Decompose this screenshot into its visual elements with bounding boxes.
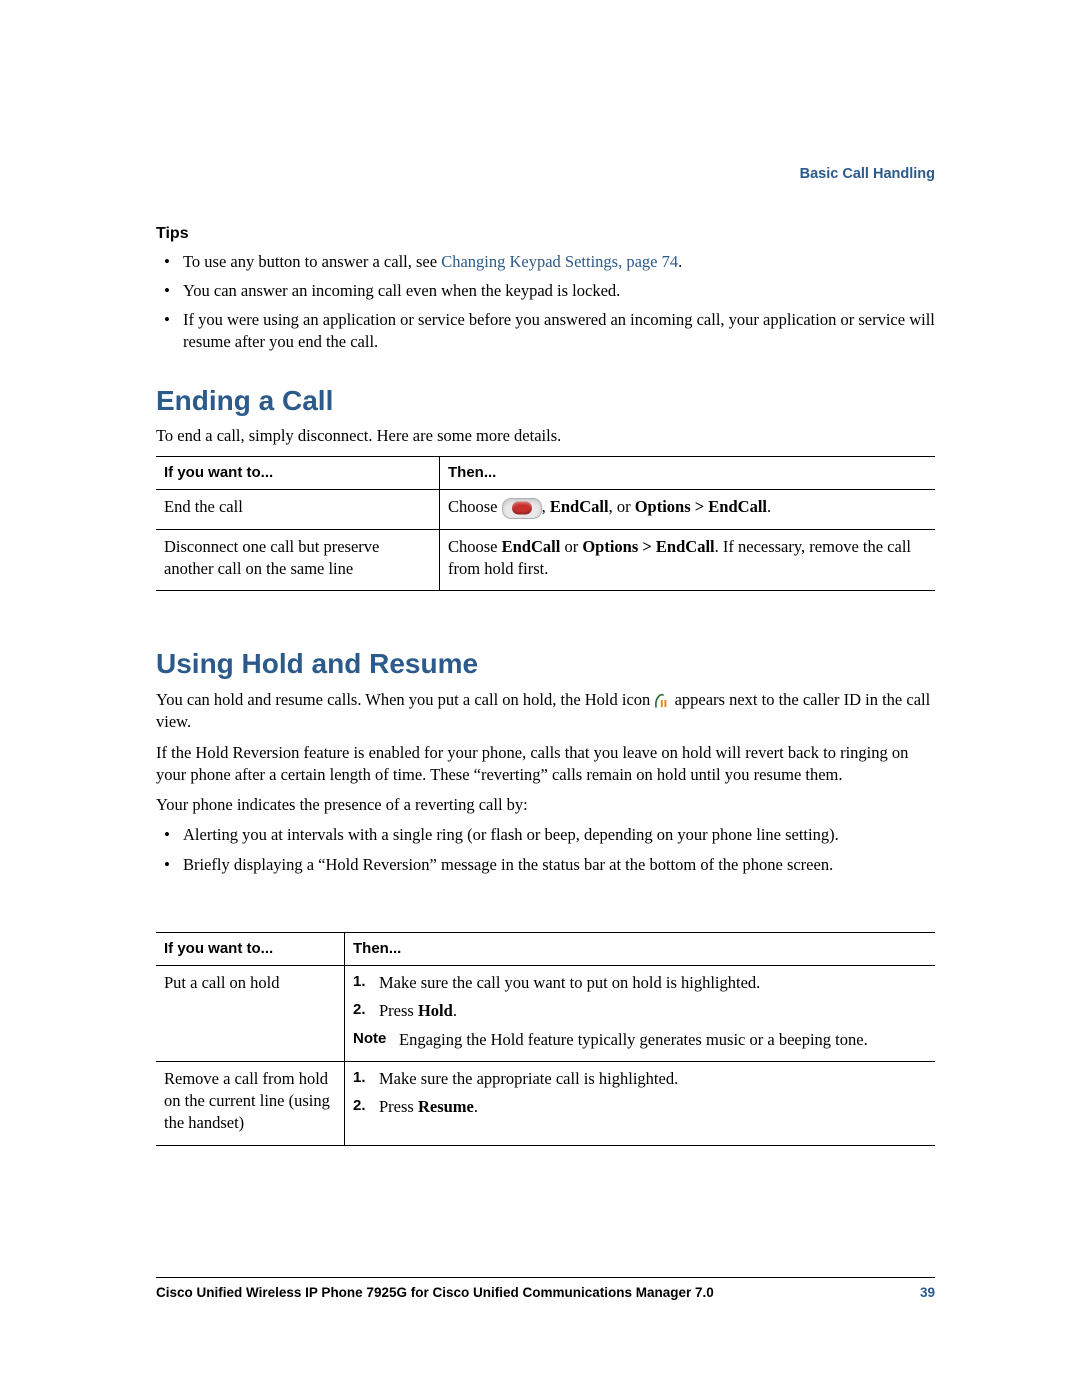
softkey-name: Resume [418, 1097, 474, 1116]
section-heading-ending-a-call: Ending a Call [156, 382, 935, 420]
list-item: Briefly displaying a “Hold Reversion” me… [156, 854, 935, 876]
text: To use any button to answer a call, see [183, 252, 441, 271]
step-number: 1. [353, 1068, 366, 1088]
hold-resume-table: If you want to... Then... Put a call on … [156, 932, 935, 1146]
text: Choose [448, 497, 502, 516]
document-page: Basic Call Handling Tips To use any butt… [0, 0, 1080, 1397]
step: 1. Make sure the appropriate call is high… [353, 1068, 927, 1090]
table-cell: Disconnect one call but preserve another… [156, 529, 440, 591]
section-heading-using-hold-and-resume: Using Hold and Resume [156, 645, 935, 683]
text: You can hold and resume calls. When you … [156, 690, 654, 709]
text: , or [609, 497, 635, 516]
table-cell: Choose , EndCall, or Options > EndCall. [440, 489, 936, 529]
table-row: Remove a call from hold on the current l… [156, 1061, 935, 1145]
paragraph: Your phone indicates the presence of a r… [156, 794, 935, 816]
list-item: To use any button to answer a call, see … [156, 251, 935, 273]
paragraph: To end a call, simply disconnect. Here a… [156, 425, 935, 447]
page-footer: Cisco Unified Wireless IP Phone 7925G fo… [156, 1277, 935, 1302]
tips-list: To use any button to answer a call, see … [156, 251, 935, 354]
reverting-call-list: Alerting you at intervals with a single … [156, 824, 935, 876]
paragraph: If the Hold Reversion feature is enabled… [156, 742, 935, 787]
table-cell: End the call [156, 489, 440, 529]
column-header: If you want to... [156, 932, 345, 965]
table-row: Put a call on hold 1. Make sure the call … [156, 966, 935, 1062]
table-cell: 1. Make sure the appropriate call is high… [345, 1061, 936, 1145]
hold-icon [654, 693, 670, 709]
step-list: 1. Make sure the call you want to put on … [353, 972, 927, 1023]
step: 2. Press Resume. [353, 1096, 927, 1118]
softkey-name: EndCall [502, 537, 561, 556]
text: . [474, 1097, 478, 1116]
table-cell: Put a call on hold [156, 966, 345, 1062]
note-body: Engaging the Hold feature typically gene… [399, 1029, 927, 1051]
running-header: Basic Call Handling [800, 165, 935, 185]
note: Note Engaging the Hold feature typically… [353, 1029, 927, 1051]
menu-path: Options > EndCall [635, 497, 767, 516]
column-header: If you want to... [156, 456, 440, 489]
text: . [678, 252, 682, 271]
column-header: Then... [440, 456, 936, 489]
text: . [453, 1001, 457, 1020]
step-number: 1. [353, 972, 366, 992]
softkey-name: EndCall [550, 497, 609, 516]
table-cell: Remove a call from hold on the current l… [156, 1061, 345, 1145]
table-header-row: If you want to... Then... [156, 456, 935, 489]
cross-reference-link[interactable]: Changing Keypad Settings, page 74 [441, 252, 678, 271]
table-cell: Choose EndCall or Options > EndCall. If … [440, 529, 936, 591]
tips-heading: Tips [156, 223, 935, 245]
step-text: Make sure the appropriate call is highli… [379, 1069, 678, 1088]
text: Choose [448, 537, 502, 556]
table-row: End the call Choose , EndCall, or Option… [156, 489, 935, 529]
menu-path: Options > EndCall [582, 537, 714, 556]
paragraph: You can hold and resume calls. When you … [156, 689, 935, 734]
text: or [560, 537, 582, 556]
list-item: Alerting you at intervals with a single … [156, 824, 935, 846]
note-label: Note [353, 1029, 399, 1051]
footer-page-number: 39 [920, 1284, 935, 1302]
table-cell: 1. Make sure the call you want to put on … [345, 966, 936, 1062]
column-header: Then... [345, 932, 936, 965]
end-call-button-icon [502, 498, 542, 519]
footer-title: Cisco Unified Wireless IP Phone 7925G fo… [156, 1284, 714, 1302]
step: 2. Press Hold. [353, 1000, 927, 1022]
softkey-name: Hold [418, 1001, 453, 1020]
list-item: You can answer an incoming call even whe… [156, 280, 935, 302]
step: 1. Make sure the call you want to put on … [353, 972, 927, 994]
table-row: Disconnect one call but preserve another… [156, 529, 935, 591]
list-item: If you were using an application or serv… [156, 309, 935, 354]
text: Press [379, 1097, 418, 1116]
text: , [542, 497, 550, 516]
step-list: 1. Make sure the appropriate call is high… [353, 1068, 927, 1119]
text: . [767, 497, 771, 516]
step-text: Make sure the call you want to put on ho… [379, 973, 760, 992]
table-header-row: If you want to... Then... [156, 932, 935, 965]
step-number: 2. [353, 1096, 366, 1116]
ending-call-table: If you want to... Then... End the call C… [156, 456, 935, 592]
step-number: 2. [353, 1000, 366, 1020]
text: Press [379, 1001, 418, 1020]
